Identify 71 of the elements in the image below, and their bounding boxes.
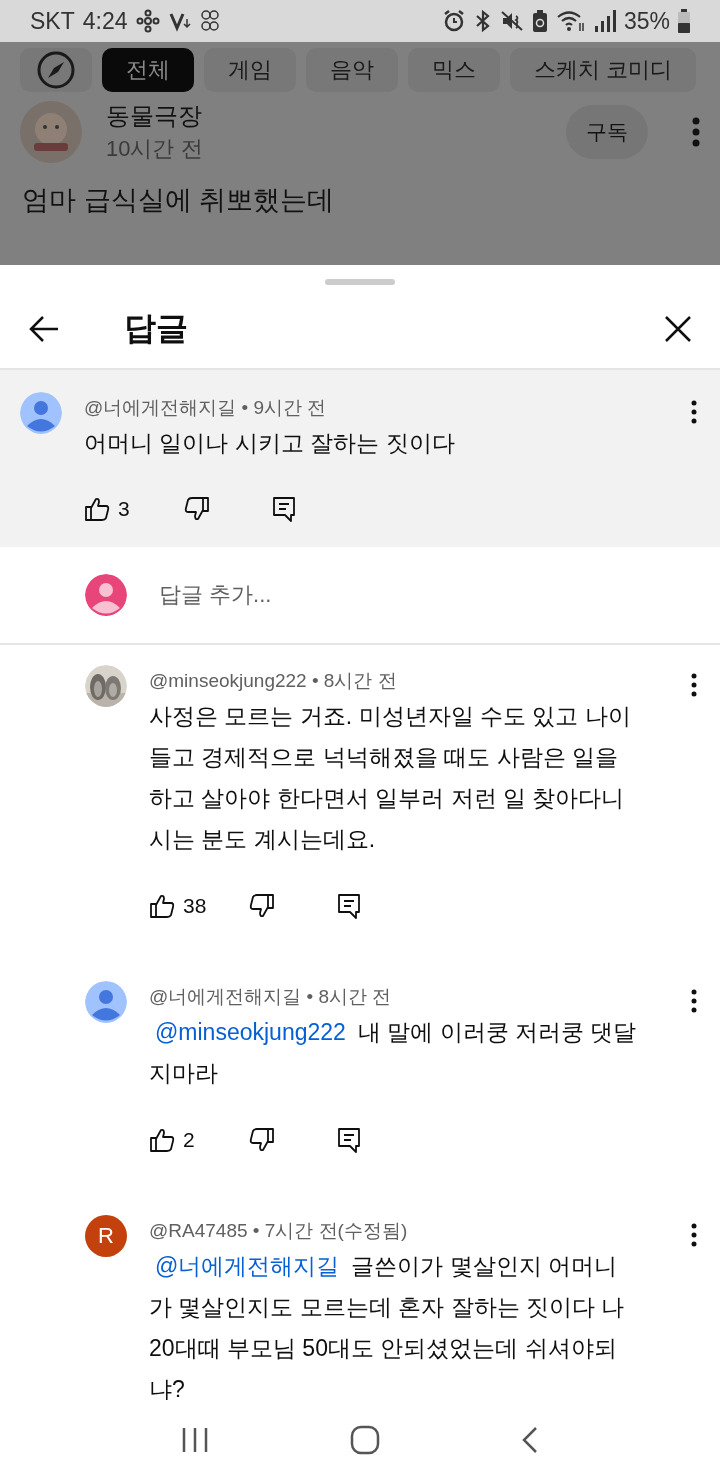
battery-icon (678, 9, 690, 33)
mention-link[interactable]: @minseokjung222 (155, 1019, 346, 1045)
drag-handle[interactable] (325, 279, 395, 285)
comment-meta: @RA47485 • 7시간 전(수정됨) (149, 1219, 409, 1243)
back-chevron-icon (521, 1426, 540, 1454)
network-icon (135, 9, 160, 33)
filter-chip[interactable]: 게임 (204, 48, 296, 92)
comment-icon (336, 1126, 362, 1154)
thumbs-up-icon (84, 495, 110, 522)
filter-chip[interactable]: 전체 (102, 48, 194, 92)
avatar-icon (85, 981, 127, 1023)
thumbs-up-icon (149, 893, 175, 919)
comment-icon (271, 494, 297, 523)
comment-meta: @minseokjung222 • 8시간 전 (149, 669, 398, 693)
like-count: 38 (183, 894, 207, 918)
sheet-title: 답글 (124, 309, 189, 348)
filter-chip[interactable]: 믹스 (408, 48, 500, 92)
back-button[interactable] (28, 315, 60, 343)
channel-avatar-icon (20, 101, 82, 163)
avatar-icon (85, 574, 127, 616)
more-icon[interactable] (690, 989, 698, 1013)
thumbs-down-icon (249, 1127, 275, 1153)
compass-icon (36, 50, 76, 90)
reply-button[interactable] (336, 892, 362, 920)
like-count: 3 (118, 496, 130, 521)
battery-percent: 35% (623, 7, 670, 35)
post-title: 엄마 급식실에 취뽀했는데 (21, 184, 335, 217)
recent-apps-button[interactable] (180, 1427, 209, 1453)
reply-button[interactable] (336, 1126, 362, 1154)
reply-input[interactable]: 답글 추가... (157, 581, 557, 609)
filter-chip[interactable]: 스케치 코미디 (510, 48, 697, 92)
battery-saver-icon (531, 9, 548, 33)
back-button[interactable] (521, 1426, 540, 1454)
post-time: 10시간 전 (106, 135, 204, 163)
comment-text: 어머니 일이나 시키고 잘하는 짓이다 (84, 429, 456, 458)
mention-link[interactable]: @너에게전해지길 (155, 1253, 340, 1279)
more-icon[interactable] (690, 673, 698, 697)
explore-chip[interactable] (20, 48, 92, 92)
comment-meta: @너에게전해지길 • 9시간 전 (84, 396, 328, 420)
comment-text: @minseokjung222 내 말에 이러쿵 저러쿵 댓달지마라 (149, 1018, 638, 1088)
comment-text: @너에게전해지길 글쓴이가 몇살인지 어머니가 몇살인지도 모르는데 혼자 잘하는 짓이다 나 20대때 부모님 50대도 안되셨었는데 쉬셔야되냐? (149, 1252, 626, 1400)
home-button[interactable] (350, 1425, 380, 1455)
clock: 4:24 (82, 7, 128, 35)
like-count: 2 (183, 1128, 195, 1152)
like-button[interactable]: 38 (149, 893, 249, 919)
signal-icon (593, 9, 616, 33)
recents-icon (180, 1427, 209, 1453)
comment-text: 사정은 모르는 거죠. 미성년자일 수도 있고 나이 들고 경제적으로 넉넉해졌을 때도 사람은 일을 하고 살아야 한다면서 일부러 저런 일 찾아다니시는 분도 계시는데요. (149, 702, 632, 854)
reply-button[interactable] (271, 494, 297, 523)
wifi-icon (555, 9, 586, 33)
avatar-icon (20, 392, 62, 434)
app-notification-icon (199, 9, 220, 33)
like-button[interactable]: 2 (149, 1127, 249, 1153)
close-button[interactable] (664, 315, 692, 343)
more-icon[interactable] (690, 1223, 698, 1247)
carrier-label: SKT (30, 7, 75, 35)
thumbs-down-icon (184, 495, 210, 522)
channel-name: 동물극장 (106, 101, 203, 131)
thumbs-down-icon (249, 893, 275, 919)
subscribe-button[interactable]: 구독 (566, 105, 648, 159)
comment-icon (336, 892, 362, 920)
more-icon[interactable] (690, 400, 698, 424)
comment-meta: @너에게전해지길 • 8시간 전 (149, 985, 393, 1009)
back-arrow-icon (28, 315, 60, 343)
filter-chip[interactable]: 음악 (306, 48, 398, 92)
thumbs-up-icon (149, 1127, 175, 1153)
like-button[interactable]: 3 (84, 495, 184, 522)
close-icon (664, 315, 692, 343)
home-icon (350, 1425, 380, 1455)
mute-icon (499, 9, 524, 33)
avatar-letter: R (98, 1223, 114, 1249)
